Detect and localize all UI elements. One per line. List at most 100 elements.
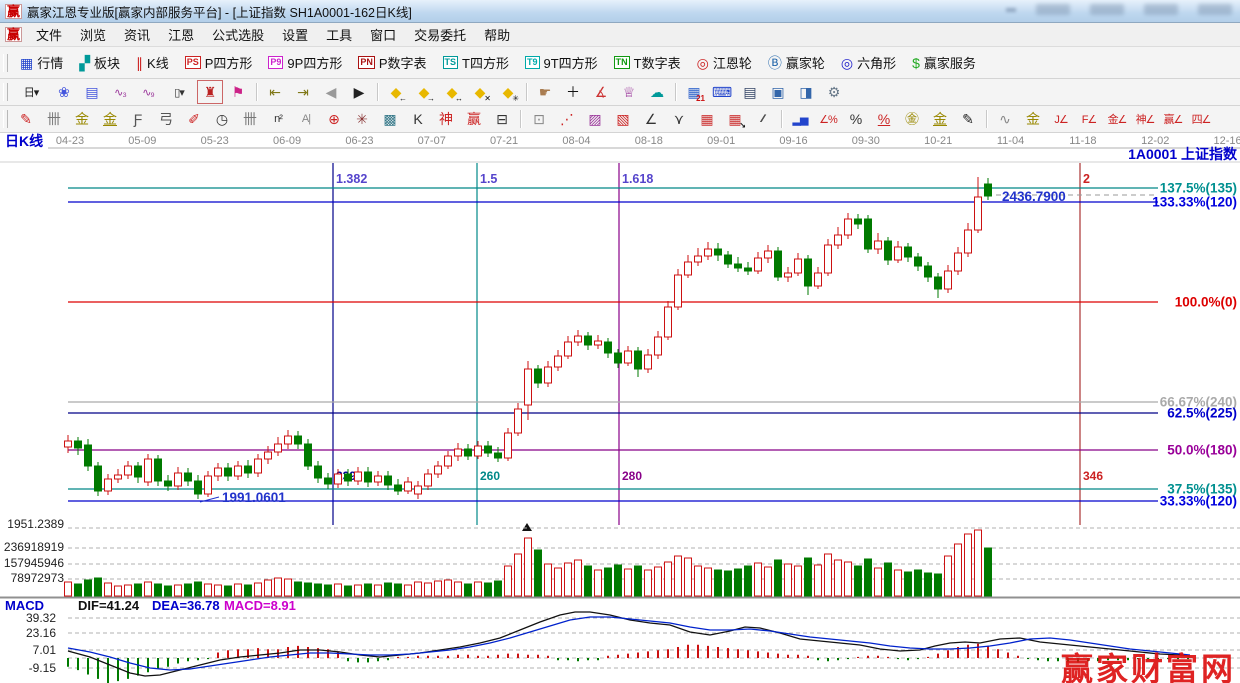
draw-button-3[interactable]: 金 xyxy=(97,107,123,131)
tool-赢家服务[interactable]: $ 赢家服务 xyxy=(904,49,984,76)
draw-button-40[interactable]: F∠ xyxy=(1076,107,1102,131)
view-button-0[interactable]: 日▾ xyxy=(13,80,49,104)
view-button-18[interactable]: ◆ ✳ xyxy=(495,80,521,104)
tool-行情[interactable]: ▦ 行情 xyxy=(12,49,71,76)
view-button-3[interactable]: ∿₃ xyxy=(107,80,133,104)
draw-button-10[interactable]: A| xyxy=(293,107,319,131)
menu-item-4[interactable]: 公式选股 xyxy=(203,23,273,46)
view-button-2[interactable]: ▤ xyxy=(79,80,105,104)
menu-item-6[interactable]: 工具 xyxy=(317,23,361,46)
chart-canvas[interactable]: 04-23 05-09 05-23 06-09 06-23 07-07 07-21 08-04… xyxy=(0,133,1240,683)
view-button-26[interactable]: ▦ 21 xyxy=(681,80,707,104)
draw-button-38[interactable]: 金 xyxy=(1020,107,1046,131)
draw-button-37[interactable]: ∿ xyxy=(992,107,1018,131)
tool-9P四方形[interactable]: P9 9P四方形 xyxy=(260,49,350,76)
view-button-16[interactable]: ◆ ↔ xyxy=(439,80,465,104)
tool-T数字表[interactable]: TN T数字表 xyxy=(606,49,689,76)
view-button-10[interactable]: ⇥ xyxy=(290,80,316,104)
draw-button-39[interactable]: J∠ xyxy=(1048,107,1074,131)
draw-button-25[interactable]: ▦ xyxy=(694,107,720,131)
view-button-31[interactable]: ⚙ xyxy=(821,80,847,104)
draw-button-11[interactable]: ⊕ xyxy=(321,107,347,131)
view-button-5[interactable]: ▯▾ xyxy=(163,80,195,104)
toolbar-grip[interactable] xyxy=(3,110,8,128)
tool-江恩轮[interactable]: ◎ 江恩轮 xyxy=(689,49,760,76)
menu-item-8[interactable]: 交易委托 xyxy=(405,23,475,46)
toolbar-grip[interactable] xyxy=(3,53,8,72)
menu-item-7[interactable]: 窗口 xyxy=(361,23,405,46)
draw-button-4[interactable]: Ƒ xyxy=(125,107,151,131)
titlebar-controls[interactable] xyxy=(1006,4,1232,15)
tool-T四方形[interactable]: TS T四方形 xyxy=(435,49,517,76)
view-button-21[interactable]: ＋ xyxy=(560,80,586,104)
draw-button-27[interactable]: ∕∕ xyxy=(750,107,776,131)
tool-赢家轮[interactable]: Ⓑ 赢家轮 xyxy=(760,49,833,76)
menu-item-2[interactable]: 资讯 xyxy=(115,23,159,46)
draw-button-31[interactable]: % xyxy=(843,107,869,131)
view-button-15[interactable]: ◆ → xyxy=(411,80,437,104)
view-button-27[interactable]: ⌨ xyxy=(709,80,735,104)
view-button-20[interactable]: ☛ xyxy=(532,80,558,104)
view-button-22[interactable]: ∡ xyxy=(588,80,614,104)
tool-K线[interactable]: ∥ K线 xyxy=(128,49,177,76)
menu-item-1[interactable]: 浏览 xyxy=(71,23,115,46)
draw-button-7[interactable]: ◷ xyxy=(209,107,235,131)
titlebar-blurred-item[interactable] xyxy=(1198,4,1232,15)
tool-9T四方形[interactable]: T9 9T四方形 xyxy=(517,49,606,76)
draw-button-9[interactable]: n² xyxy=(265,107,291,131)
draw-button-24[interactable]: ⋎ xyxy=(666,107,692,131)
draw-button-21[interactable]: ▨ xyxy=(582,107,608,131)
draw-button-15[interactable]: 神 xyxy=(433,107,459,131)
draw-button-30[interactable]: ∠% xyxy=(815,107,841,131)
draw-button-5[interactable]: 弓 xyxy=(153,107,179,131)
tool-P四方形[interactable]: PS P四方形 xyxy=(177,49,261,76)
draw-button-2[interactable]: 金 xyxy=(69,107,95,131)
view-button-24[interactable]: ☁ xyxy=(644,80,670,104)
tool-六角形[interactable]: ◎ 六角形 xyxy=(833,49,904,76)
view-button-11[interactable]: ◀ xyxy=(318,80,344,104)
view-button-12[interactable]: ▶ xyxy=(346,80,372,104)
draw-button-42[interactable]: 神∠ xyxy=(1132,107,1158,131)
draw-button-34[interactable]: 金 xyxy=(927,107,953,131)
draw-button-16[interactable]: 赢 xyxy=(461,107,487,131)
view-button-23[interactable]: ♕ xyxy=(616,80,642,104)
draw-button-1[interactable]: 卌 xyxy=(41,107,67,131)
draw-button-20[interactable]: ⋰ xyxy=(554,107,580,131)
view-button-14[interactable]: ◆ ← xyxy=(383,80,409,104)
view-button-17[interactable]: ◆ ✕ xyxy=(467,80,493,104)
tool-P数字表[interactable]: PN P数字表 xyxy=(350,49,434,76)
titlebar-blurred-item[interactable] xyxy=(1006,7,1016,12)
view-button-6[interactable]: ♜ xyxy=(197,80,223,104)
draw-button-22[interactable]: ▧ xyxy=(610,107,636,131)
toolbar-grip[interactable] xyxy=(3,83,8,101)
draw-button-44[interactable]: 四∠ xyxy=(1188,107,1214,131)
draw-button-33[interactable]: ㊎ xyxy=(899,107,925,131)
view-button-9[interactable]: ⇤ xyxy=(262,80,288,104)
menu-item-0[interactable]: 文件 xyxy=(27,23,71,46)
view-button-1[interactable]: ❀ xyxy=(51,80,77,104)
menu-item-5[interactable]: 设置 xyxy=(273,23,317,46)
view-button-30[interactable]: ◨ xyxy=(793,80,819,104)
draw-button-43[interactable]: 赢∠ xyxy=(1160,107,1186,131)
draw-button-0[interactable]: ✎ xyxy=(13,107,39,131)
view-button-4[interactable]: ∿₉ xyxy=(135,80,161,104)
view-button-7[interactable]: ⚑ xyxy=(225,80,251,104)
titlebar-blurred-item[interactable] xyxy=(1090,4,1124,15)
draw-button-23[interactable]: ∠ xyxy=(638,107,664,131)
draw-button-8[interactable]: 卌 xyxy=(237,107,263,131)
draw-button-14[interactable]: K xyxy=(405,107,431,131)
view-button-28[interactable]: ▤ xyxy=(737,80,763,104)
draw-button-41[interactable]: 金∠ xyxy=(1104,107,1130,131)
draw-button-26[interactable]: ▦ ↘ xyxy=(722,107,748,131)
titlebar-blurred-item[interactable] xyxy=(1144,4,1178,15)
draw-button-29[interactable]: ▂▅ xyxy=(787,107,813,131)
menu-item-3[interactable]: 江恩 xyxy=(159,23,203,46)
draw-button-35[interactable]: ✎ xyxy=(955,107,981,131)
draw-button-13[interactable]: ▩ xyxy=(377,107,403,131)
view-button-29[interactable]: ▣ xyxy=(765,80,791,104)
draw-button-19[interactable]: ⊡ xyxy=(526,107,552,131)
draw-button-17[interactable]: ⊟ xyxy=(489,107,515,131)
tool-板块[interactable]: ▞ 板块 xyxy=(71,49,128,76)
draw-button-6[interactable]: ✐ xyxy=(181,107,207,131)
titlebar-blurred-item[interactable] xyxy=(1036,4,1070,15)
